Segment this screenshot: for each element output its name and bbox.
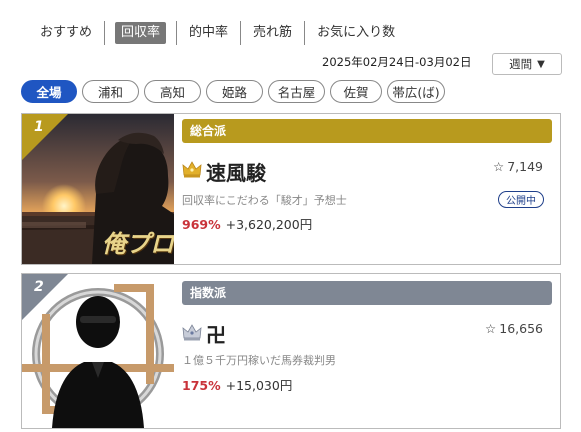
return-rate: 175% <box>182 378 221 393</box>
public-badge: 公開中 <box>498 191 544 208</box>
predictor-tagline: 回収率にこだわる「駿才」予想士 <box>182 194 347 207</box>
period-select[interactable]: 週間 ▼ <box>492 53 562 75</box>
tab-hit-rate[interactable]: 的中率 <box>177 22 240 44</box>
tab-return-rate[interactable]: 回収率 <box>115 22 167 44</box>
rank-ribbon <box>22 274 68 320</box>
rank-ribbon <box>22 114 68 160</box>
venue-saga[interactable]: 佐賀 <box>330 80 382 103</box>
style-label-bar: 指数派 <box>182 281 552 305</box>
favorite-count[interactable]: ☆ 16,656 <box>485 321 543 336</box>
favorite-count-value: 16,656 <box>499 321 543 336</box>
profit-amount: +15,030円 <box>225 378 293 393</box>
rank-number: 1 <box>34 119 44 135</box>
tab-recommended[interactable]: おすすめ <box>30 22 104 44</box>
venue-himeji[interactable]: 姫路 <box>206 80 263 103</box>
venue-obihiro[interactable]: 帯広(ば) <box>387 80 445 103</box>
silver-crown-icon <box>182 324 202 341</box>
period-select-value: 週間 <box>509 57 533 71</box>
style-label-bar: 総合派 <box>182 119 552 143</box>
predictor-photo[interactable]: 俺プロ 1 <box>22 114 174 264</box>
predictor-name[interactable]: 卍 <box>206 319 226 348</box>
venue-urawa[interactable]: 浦和 <box>82 80 139 103</box>
venue-kochi[interactable]: 高知 <box>144 80 201 103</box>
performance-stats: 969% +3,620,200円 <box>182 214 312 233</box>
caret-down-icon: ▼ <box>537 58 545 70</box>
profit-amount: +3,620,200円 <box>225 217 313 232</box>
tab-divider <box>104 21 106 45</box>
predictor-tagline: １億５千万円稼いだ馬券裁判男 <box>182 354 336 367</box>
venue-nagoya[interactable]: 名古屋 <box>268 80 325 103</box>
venue-all[interactable]: 全場 <box>21 80 77 103</box>
predictor-photo[interactable]: 2 <box>22 274 174 428</box>
tab-favorites[interactable]: お気に入り数 <box>305 22 407 44</box>
star-outline-icon: ☆ <box>492 159 505 174</box>
predictor-name[interactable]: 速風駿 <box>206 157 266 186</box>
star-outline-icon: ☆ <box>485 321 497 336</box>
performance-stats: 175% +15,030円 <box>182 375 292 394</box>
predictor-card[interactable]: 俺プロ 1 総合派 速風駿 ☆ 7,149 回収率にこだわる「駿才」予想士 公開… <box>21 113 561 265</box>
thumb-logo: 俺プロ <box>102 230 174 258</box>
gold-crown-icon <box>182 161 202 178</box>
favorite-count-value: 7,149 <box>507 159 543 174</box>
ranking-tabs: おすすめ 回収率 的中率 売れ筋 お気に入り数 <box>30 20 407 46</box>
date-range: 2025年02月24日-03月02日 <box>322 55 472 69</box>
predictor-card[interactable]: 2 指数派 卍 ☆ 16,656 １億５千万円稼いだ馬券裁判男 175% +15,… <box>21 273 561 429</box>
tab-best-selling[interactable]: 売れ筋 <box>241 22 304 44</box>
rank-number: 2 <box>34 279 44 295</box>
favorite-count[interactable]: ☆ 7,149 <box>493 159 543 174</box>
venue-filter: 全場 浦和 高知 姫路 名古屋 佐賀 帯広(ば) <box>21 80 445 103</box>
return-rate: 969% <box>182 217 221 232</box>
